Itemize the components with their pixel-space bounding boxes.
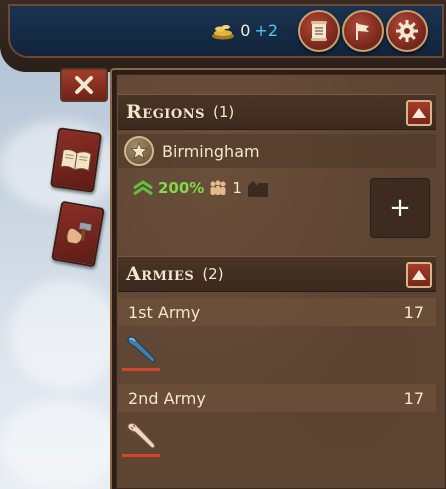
armies-collapse-button[interactable]	[406, 262, 432, 288]
collapse-arrow-icon	[412, 108, 426, 118]
army-name: 2nd Army	[128, 388, 206, 408]
army-health-bar	[122, 454, 160, 457]
cloud	[0, 400, 120, 489]
army-row-1[interactable]: 1st Army 17	[118, 298, 436, 326]
scroll-icon	[311, 21, 327, 41]
scroll-button[interactable]	[298, 10, 340, 52]
open-book-icon	[60, 149, 92, 172]
region-name: Birmingham	[162, 141, 260, 161]
coin-pile-icon	[212, 25, 235, 40]
army-count: 17	[403, 302, 424, 322]
flag-button[interactable]	[342, 10, 384, 52]
population-icon	[210, 180, 226, 195]
growth-chevrons-icon	[133, 180, 153, 196]
population-value: 1	[232, 179, 242, 197]
cloud	[10, 280, 120, 390]
regions-header[interactable]: Regions (1)	[118, 94, 436, 130]
army-count: 17	[403, 388, 424, 408]
growth-value: 200%	[158, 179, 205, 197]
close-icon	[75, 76, 93, 94]
gold-resource[interactable]: 0 +2	[210, 20, 278, 40]
book-card[interactable]	[50, 127, 102, 193]
collapse-arrow-icon	[412, 270, 426, 280]
flag-icon	[356, 23, 369, 40]
regions-collapse-button[interactable]	[406, 100, 432, 126]
armies-header[interactable]: Armies (2)	[118, 256, 436, 292]
close-button[interactable]	[60, 68, 108, 102]
settings-button[interactable]	[386, 10, 428, 52]
capital-star-icon	[124, 136, 154, 166]
regions-count: (1)	[212, 103, 235, 121]
bone-club-icon[interactable]	[124, 420, 160, 450]
army-name: 1st Army	[128, 302, 201, 322]
armies-title: Armies	[126, 263, 195, 285]
region-stats: 200% 1	[132, 178, 270, 198]
build-card[interactable]	[51, 200, 105, 268]
building-slot-icon	[247, 181, 268, 197]
army-row-2[interactable]: 2nd Army 17	[118, 384, 436, 412]
regions-title: Regions	[126, 101, 205, 123]
gold-value: 0	[240, 20, 251, 40]
gold-delta: +2	[254, 20, 278, 40]
army-health-bar	[122, 368, 160, 371]
club-icon[interactable]	[124, 334, 160, 364]
region-row-birmingham[interactable]: Birmingham	[118, 134, 436, 168]
add-building-button[interactable]: +	[370, 178, 430, 238]
armies-count: (2)	[202, 265, 224, 283]
hammer-fist-icon	[66, 221, 93, 245]
gear-icon	[396, 20, 418, 42]
